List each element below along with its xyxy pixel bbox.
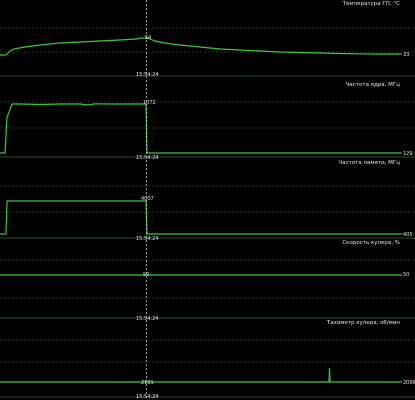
panel-title: Тахометр кулера, об/мин <box>326 320 400 326</box>
current-value-label: 129 <box>403 151 413 157</box>
current-value-label: 33 <box>403 52 409 58</box>
current-value-label: 405 <box>403 232 413 238</box>
cursor-value-label: 2101 <box>141 380 154 386</box>
current-value-label: 50 <box>403 272 409 278</box>
panel-title: Частота памяти, МГц <box>338 160 400 166</box>
current-value-label: 2096 <box>403 380 415 386</box>
cursor-time-label: 15:54:24 <box>136 236 158 242</box>
cursor-value-label: 1072 <box>143 100 156 106</box>
cursor-time-label: 15:54:24 <box>136 394 158 400</box>
cursor-value-label: 54 <box>145 35 151 41</box>
cursor-time-label: 15:54:24 <box>136 72 158 78</box>
cursor-time-label: 15:54:24 <box>136 155 158 161</box>
cursor-time-label: 15:54:24 <box>136 316 158 322</box>
hardware-monitor-graphs: Температура ГП, °С 54 33 15:54:24 Частот… <box>0 0 415 400</box>
cursor-value-label: 4007 <box>141 196 154 202</box>
panel-title: Температура ГП, °С <box>342 1 401 7</box>
panel-title: Частота ядра, МГц <box>346 82 401 88</box>
panel-title: Скорость кулера, % <box>342 240 400 246</box>
